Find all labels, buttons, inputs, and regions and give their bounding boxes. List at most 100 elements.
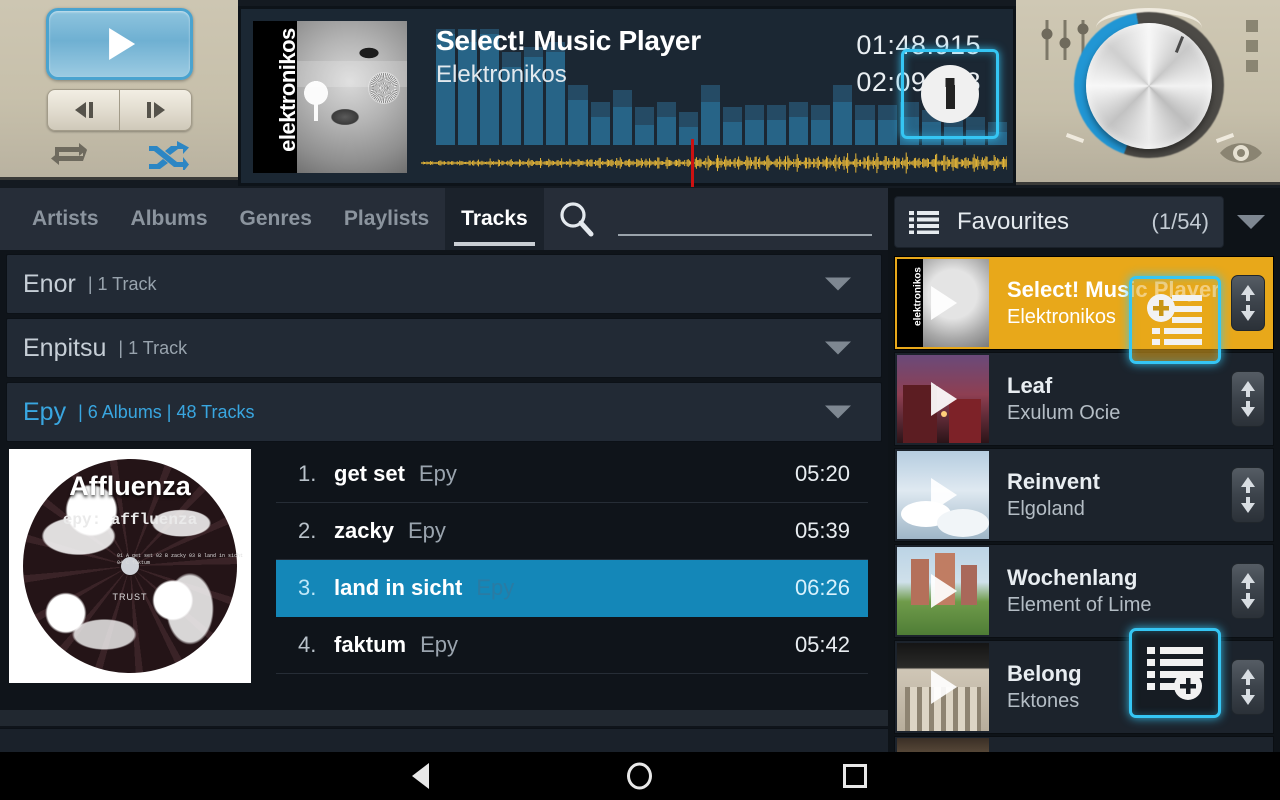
favourite-row[interactable]: Wochenlang Element of Lime <box>894 544 1274 638</box>
album-label-text: epy: affluenza <box>9 511 251 529</box>
player-topbar: elektronikos Select! Music Player Elektr… <box>0 0 1280 188</box>
chevron-down-icon[interactable] <box>825 406 851 419</box>
now-playing-panel[interactable]: elektronikos Select! Music Player Elektr… <box>238 6 1016 186</box>
search-icon[interactable] <box>556 199 596 239</box>
info-icon <box>921 65 979 123</box>
favourite-row[interactable]: Reinvent Elgoland <box>894 448 1274 542</box>
shuffle-button[interactable] <box>145 138 189 170</box>
add-to-playlist-button-top[interactable] <box>1129 276 1221 364</box>
track-name: get set <box>334 461 405 487</box>
repeat-icon <box>47 138 91 170</box>
track-row[interactable]: 1. get set Epy 05:20 <box>276 446 868 503</box>
reorder-handle[interactable] <box>1231 371 1265 427</box>
overflow-menu-button[interactable] <box>1246 20 1258 80</box>
up-down-arrows-icon <box>1238 379 1258 419</box>
playhead-marker <box>691 139 694 187</box>
reorder-handle[interactable] <box>1231 467 1265 523</box>
volume-knob[interactable] <box>1074 8 1224 160</box>
play-icon[interactable] <box>931 574 957 608</box>
artist-group-row[interactable]: Enpitsu | 1 Track <box>6 318 882 378</box>
favourites-header[interactable]: Favourites (1/54) <box>894 196 1224 248</box>
play-button[interactable] <box>46 8 193 80</box>
back-icon[interactable] <box>412 763 429 789</box>
reorder-handle[interactable] <box>1231 563 1265 619</box>
add-to-playlist-icon <box>1145 645 1205 701</box>
search-input[interactable] <box>618 202 872 236</box>
reorder-handle[interactable] <box>1231 659 1265 715</box>
favourite-title: Belong <box>1007 661 1082 687</box>
favourite-artist: Exulum Ocie <box>1007 402 1120 425</box>
favourite-artwork <box>897 643 989 731</box>
info-button[interactable] <box>901 49 999 139</box>
track-row[interactable]: 4. faktum Epy 05:42 <box>276 617 868 674</box>
chevron-down-icon[interactable] <box>825 342 851 355</box>
tab-artists[interactable]: Artists <box>16 188 115 250</box>
previous-button[interactable] <box>48 90 120 130</box>
track-artist: Epy <box>420 632 458 658</box>
play-icon[interactable] <box>931 670 957 704</box>
track-number: 2. <box>298 518 334 544</box>
recents-icon[interactable] <box>843 764 867 788</box>
waveform-seekbar[interactable] <box>421 139 1007 187</box>
artist-group-meta: | 1 Track <box>88 274 157 295</box>
track-duration: 05:20 <box>795 461 850 487</box>
track-artist: Epy <box>419 461 457 487</box>
artist-group-name: Enor <box>23 270 76 299</box>
play-icon[interactable] <box>931 286 957 320</box>
album-cover[interactable]: TRUST Affluenza epy: affluenza 01 A get … <box>6 446 254 686</box>
volume-panel <box>1016 0 1280 185</box>
tab-genres[interactable]: Genres <box>224 188 328 250</box>
favourite-artwork: elektronikos <box>897 259 989 347</box>
visibility-eye-icon <box>1218 138 1264 168</box>
track-artist: Epy <box>476 575 514 601</box>
reorder-handle[interactable] <box>1231 275 1265 331</box>
track-row[interactable]: 2. zacky Epy 05:39 <box>276 503 868 560</box>
track-number: 4. <box>298 632 334 658</box>
repeat-button[interactable] <box>47 138 91 170</box>
play-icon[interactable] <box>931 382 957 416</box>
previous-icon <box>75 102 93 118</box>
artist-group-meta: | 6 Albums | 48 Tracks <box>78 402 254 423</box>
favourites-count: (1/54) <box>1152 209 1209 235</box>
list-icon <box>909 210 939 234</box>
up-down-arrows-icon <box>1238 571 1258 611</box>
favourite-text: Leaf Exulum Ocie <box>1007 373 1120 425</box>
artist-group-row[interactable]: Enor | 1 Track <box>6 254 882 314</box>
favourite-artwork <box>897 355 989 443</box>
next-icon <box>147 102 165 118</box>
android-navbar <box>0 752 1280 800</box>
chevron-down-icon[interactable] <box>1237 215 1265 229</box>
tab-albums[interactable]: Albums <box>115 188 224 250</box>
up-down-arrows-icon <box>1238 283 1258 323</box>
library-panel: Artists Albums Genres Playlists Tracks Enor |… <box>0 188 888 752</box>
album-title: Affluenza <box>9 471 251 502</box>
track-list: 1. get set Epy 05:20 2. zacky Epy 05:39 3. land i… <box>276 446 868 686</box>
up-down-arrows-icon <box>1238 667 1258 707</box>
tab-tracks[interactable]: Tracks <box>445 188 544 250</box>
track-row[interactable]: 3. land in sicht Epy 06:26 <box>276 560 868 617</box>
up-down-arrows-icon <box>1238 475 1258 515</box>
artist-group-row[interactable]: Epy | 6 Albums | 48 Tracks <box>6 382 882 442</box>
skip-buttons <box>47 89 192 131</box>
play-icon[interactable] <box>931 478 957 512</box>
track-duration: 05:42 <box>795 632 850 658</box>
favourite-artist: Elgoland <box>1007 498 1100 521</box>
vinyl-label: TRUST <box>113 592 148 602</box>
home-icon[interactable] <box>627 763 652 790</box>
favourite-title: Reinvent <box>1007 469 1100 495</box>
visibility-button[interactable] <box>1218 138 1264 168</box>
track-number: 1. <box>298 461 334 487</box>
favourite-artwork <box>897 547 989 635</box>
next-button[interactable] <box>120 90 191 130</box>
add-to-playlist-icon <box>1146 293 1204 347</box>
chevron-down-icon[interactable] <box>825 278 851 291</box>
transport-panel <box>0 0 238 180</box>
album-block: TRUST Affluenza epy: affluenza 01 A get … <box>6 446 882 686</box>
track-name: land in sicht <box>334 575 462 601</box>
add-to-playlist-button-bottom[interactable] <box>1129 628 1221 718</box>
favourite-row[interactable]: Leaf Exulum Ocie <box>894 352 1274 446</box>
album-label-lines: 01 A get set 02 B zacky 03 B land in sic… <box>117 553 251 567</box>
tab-playlists[interactable]: Playlists <box>328 188 445 250</box>
library-list: Enor | 1 Track Enpitsu | 1 Track Epy | 6 Albu… <box>0 250 888 752</box>
artist-group-name: Enpitsu <box>23 334 106 363</box>
